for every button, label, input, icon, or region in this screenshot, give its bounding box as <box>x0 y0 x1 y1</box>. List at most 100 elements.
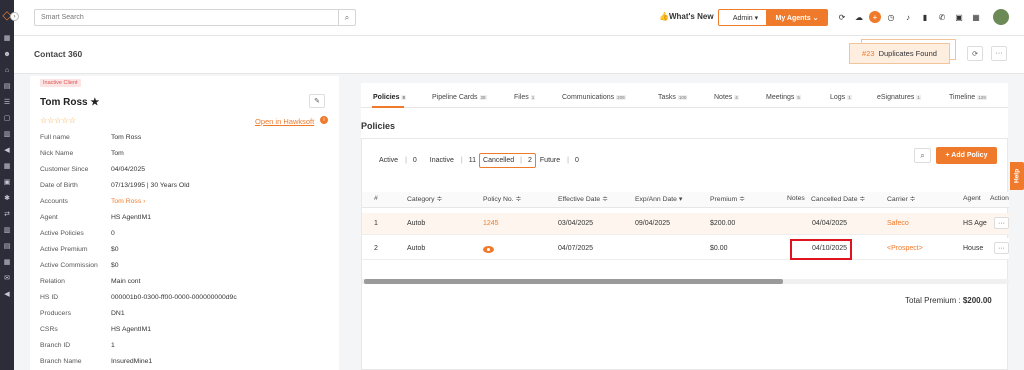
share-icon[interactable]: ⇄ <box>0 206 14 222</box>
file-icon[interactable]: ▢ <box>0 110 14 126</box>
tab-esignatures[interactable]: eSignatures 1 <box>877 94 921 101</box>
carrier-link[interactable]: <Prospect> <box>887 245 923 252</box>
tab-notes[interactable]: Notes 4 <box>714 94 739 101</box>
phone-icon[interactable]: ✆ <box>935 10 949 24</box>
apps-grid-icon[interactable]: ▦ <box>969 10 983 24</box>
field-value: 1 <box>111 342 115 349</box>
row-actions-icon[interactable]: ··· <box>994 217 1009 229</box>
tab-timeline[interactable]: Timeline 129 <box>949 94 987 101</box>
field-value: Tom <box>111 150 124 157</box>
filter-active[interactable]: Active <box>378 157 399 164</box>
search-icon[interactable]: ⌕ <box>914 148 931 163</box>
clock-icon[interactable]: ◷ <box>884 10 898 24</box>
table-row[interactable]: 1 Autob 1245 03/04/2025 09/04/2025 $200.… <box>362 213 1009 235</box>
storage-icon[interactable]: ▤ <box>0 238 14 254</box>
building-icon[interactable]: ▥ <box>0 222 14 238</box>
list-icon[interactable]: ☰ <box>0 94 14 110</box>
field-value: HS AgentIM1 <box>111 214 152 221</box>
field-value: 07/13/1995 | 30 Years Old <box>111 182 190 189</box>
field-label: Relation <box>40 278 65 285</box>
more-options-icon[interactable]: ··· <box>991 46 1007 61</box>
policy-number-link[interactable]: 1245 <box>483 220 499 227</box>
mail-icon[interactable]: ✉ <box>0 270 14 286</box>
contacts-icon[interactable]: ☻ <box>0 46 14 62</box>
section-title: Policies <box>361 121 396 131</box>
document-icon[interactable]: ▤ <box>0 78 14 94</box>
calendar2-icon[interactable]: ▦ <box>0 254 14 270</box>
tab-logs[interactable]: Logs 1 <box>830 94 852 101</box>
search-input[interactable] <box>35 10 325 25</box>
field-value: InsuredMine1 <box>111 358 153 365</box>
megaphone-icon[interactable]: ◀ <box>0 142 14 158</box>
filter-cancelled[interactable]: Cancelled | 2 <box>479 153 536 168</box>
filter-future[interactable]: Future <box>539 157 561 164</box>
cloud-icon[interactable]: ☁ <box>852 10 866 24</box>
dashboard-icon[interactable]: ▦ <box>0 30 14 46</box>
tab-files[interactable]: Files 1 <box>514 94 536 101</box>
table-row[interactable]: 2 Autob 04/07/2025 $0.00 04/10/2025 <Pro… <box>362 238 1009 260</box>
eye-icon[interactable] <box>483 246 494 253</box>
column-header[interactable]: Premium ≑ <box>710 195 745 203</box>
filter-cancelled-count: 2 <box>528 157 532 164</box>
scrollbar-thumb[interactable] <box>364 279 783 284</box>
admin-dropdown[interactable]: Admin ▾ <box>718 9 773 26</box>
chip-icon[interactable]: ▣ <box>952 10 966 24</box>
field-label: Customer Since <box>40 166 89 173</box>
info-icon[interactable]: i <box>320 116 328 124</box>
refresh-icon[interactable]: ⟳ <box>835 10 849 24</box>
field-label: Nick Name <box>40 150 74 157</box>
whats-new-link[interactable]: 👍What's New <box>659 12 714 21</box>
duplicates-found-button[interactable]: #23 Duplicates Found <box>849 43 950 64</box>
sidebar-expand-icon[interactable]: › <box>10 12 19 21</box>
carrier-link[interactable]: Safeco <box>887 220 909 227</box>
exp-date-cell: 09/04/2025 <box>635 220 671 227</box>
column-header[interactable]: Cancelled Date ≑ <box>811 195 865 203</box>
horizontal-scrollbar[interactable] <box>362 279 1009 284</box>
avatar[interactable] <box>993 9 1009 25</box>
row-actions-icon[interactable]: ··· <box>994 242 1009 254</box>
page-header: Contact 360 #23 Duplicates Found ⟳ ··· <box>14 36 1024 74</box>
duplicates-label: Duplicates Found <box>878 49 937 58</box>
notification-icon[interactable]: ▮ <box>918 10 932 24</box>
field-value: DN1 <box>111 310 125 317</box>
premium-cell: $200.00 <box>710 220 736 227</box>
add-icon[interactable]: + <box>869 11 881 23</box>
tab-meetings[interactable]: Meetings 5 <box>766 94 801 101</box>
filter-inactive[interactable]: Inactive <box>429 157 455 164</box>
home-icon[interactable]: ⌂ <box>0 62 14 78</box>
column-header[interactable]: Policy No. ≑ <box>483 195 521 203</box>
field-label: Full name <box>40 134 70 141</box>
row-number: 2 <box>374 245 378 252</box>
tab-policies[interactable]: Policies 8 <box>373 94 406 101</box>
help-button[interactable]: Help <box>1010 162 1024 190</box>
field-value: Main cont <box>111 278 141 285</box>
search-icon[interactable]: ⌕ <box>338 10 355 25</box>
bell-icon[interactable]: ♪ <box>901 10 915 24</box>
top-bar: ⌕ 👍What's New Admin ▾ My Agents ⌄ ⟳ ☁ + … <box>14 0 1024 36</box>
open-in-hawksoft-link[interactable]: Open in Hawksoft <box>255 117 314 126</box>
grid-icon[interactable]: ▦ <box>0 158 14 174</box>
chart-icon[interactable]: ▥ <box>0 126 14 142</box>
policies-card: Active | 0 Inactive | 11 Cancelled | 2 F… <box>361 138 1009 370</box>
account-link[interactable]: Tom Ross › <box>111 198 145 205</box>
tab-tasks[interactable]: Tasks 100 <box>658 94 688 101</box>
edit-pencil-icon[interactable]: ✎ <box>309 94 325 108</box>
broadcast-icon[interactable]: ◀ <box>0 286 14 302</box>
cancelled-date-cell: 04/04/2025 <box>812 220 848 227</box>
sidebar: ◇ ▦ ☻ ⌂ ▤ ☰ ▢ ▥ ◀ ▦ ▣ ✱ ⇄ ▥ ▤ ▦ ✉ ◀ <box>0 0 14 370</box>
total-premium: Total Premium : $200.00 <box>905 296 992 305</box>
my-agents-button[interactable]: My Agents ⌄ <box>766 9 828 26</box>
add-policy-button[interactable]: + Add Policy <box>936 147 997 164</box>
tab-pipeline-cards[interactable]: Pipeline Cards 38 <box>432 94 487 101</box>
star-rating[interactable]: ☆☆☆☆☆ <box>40 116 76 125</box>
sync-icon[interactable]: ⟳ <box>967 46 983 61</box>
column-header[interactable]: Carrier ≑ <box>887 195 915 203</box>
column-header[interactable]: Effective Date ≑ <box>558 195 608 203</box>
calendar-icon[interactable]: ▣ <box>0 174 14 190</box>
column-header[interactable]: Category ≑ <box>407 195 442 203</box>
column-header[interactable]: Exp/Ann Date ▾ <box>635 195 682 203</box>
settings-icon[interactable]: ✱ <box>0 190 14 206</box>
tab-communications[interactable]: Communications 209 <box>562 94 626 101</box>
field-label: Active Policies <box>40 230 84 237</box>
page-title: Contact 360 <box>34 49 83 59</box>
